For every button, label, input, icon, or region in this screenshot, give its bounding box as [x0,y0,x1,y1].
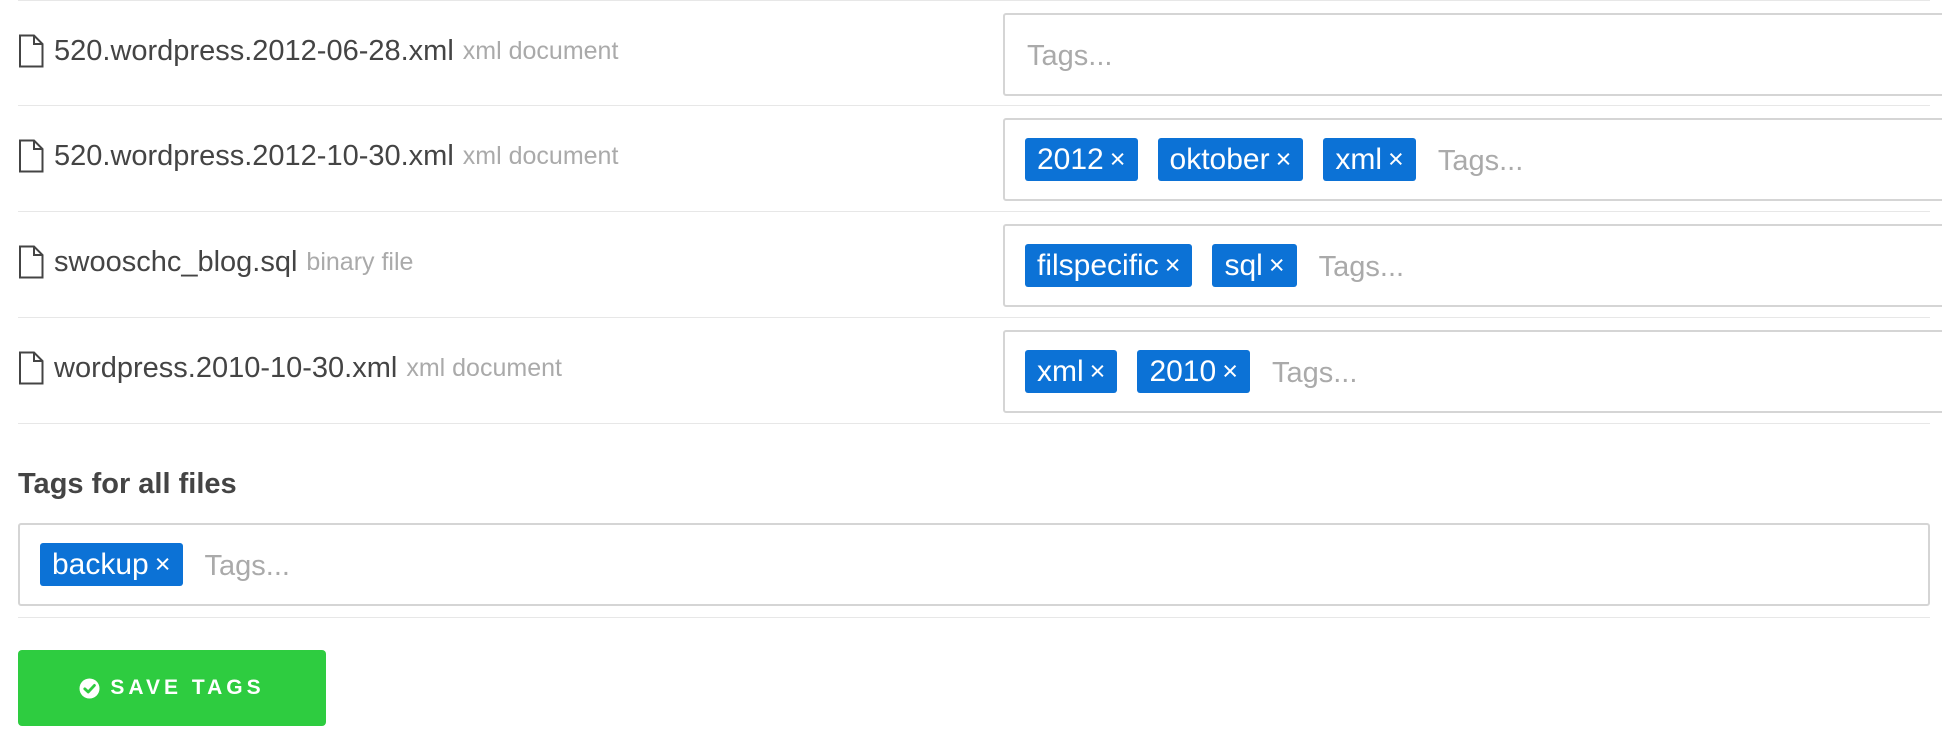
all-files-tag-field[interactable]: backup × [18,523,1930,606]
tag-label: 2010 [1149,354,1217,388]
tag-field[interactable] [1003,13,1942,96]
file-icon [18,34,44,68]
tag-remove-icon[interactable]: × [1222,356,1238,387]
file-type: xml document [462,141,619,170]
all-files-tags-label: Tags for all files [18,468,237,500]
file-type: binary file [306,247,414,276]
tag-chip: filspecific × [1025,244,1193,287]
file-icon [18,245,44,279]
tag-label: xml [1335,142,1383,176]
tag-input[interactable] [204,550,425,583]
file-name: wordpress.2010-10-30.xml [54,351,398,384]
file-info: wordpress.2010-10-30.xml xml document [18,348,562,388]
tag-label: oktober [1169,142,1270,176]
tag-field[interactable]: 2012 × oktober × xml × [1003,118,1942,201]
tag-input[interactable] [1271,357,1492,390]
tag-chip: xml × [1025,350,1118,393]
file-icon [18,139,44,173]
tag-remove-icon[interactable]: × [1110,144,1126,175]
tag-label: 2012 [1037,142,1104,176]
tag-chip: 2012 × [1025,138,1138,181]
tag-chip: 2010 × [1137,350,1250,393]
tag-chip: sql × [1212,244,1297,287]
save-tags-label: SAVE TAGS [110,676,265,699]
file-type: xml document [406,353,562,382]
tag-remove-icon[interactable]: × [1276,144,1292,175]
tag-chip: oktober × [1157,138,1304,181]
file-row: wordpress.2010-10-30.xml xml document xm… [18,318,1942,424]
file-row: swooschc_blog.sql binary file filspecifi… [18,212,1942,318]
tag-chip: backup × [40,543,183,586]
tag-remove-icon[interactable]: × [1269,250,1285,281]
tag-remove-icon[interactable]: × [1388,144,1404,175]
divider [18,617,1930,618]
tag-chip: xml × [1323,138,1416,181]
tag-field[interactable]: filspecific × sql × [1003,224,1942,307]
tag-label: xml [1037,354,1084,388]
tag-label: backup [52,547,149,581]
file-info: 520.wordpress.2012-06-28.xml xml documen… [18,31,618,71]
tag-label: filspecific [1037,248,1159,282]
file-icon [18,351,44,385]
file-row: 520.wordpress.2012-10-30.xml xml documen… [18,106,1942,212]
tag-field[interactable]: xml × 2010 × [1003,330,1942,413]
save-tags-button[interactable]: SAVE TAGS [18,650,326,726]
file-name: 520.wordpress.2012-06-28.xml [54,34,454,67]
file-row: 520.wordpress.2012-06-28.xml xml documen… [18,0,1942,106]
tag-input[interactable] [1437,145,1658,178]
file-info: swooschc_blog.sql binary file [18,242,413,282]
tag-label: sql [1224,248,1263,282]
check-circle-icon [79,678,100,699]
file-name: swooschc_blog.sql [54,245,298,278]
tag-remove-icon[interactable]: × [155,549,171,580]
tag-remove-icon[interactable]: × [1090,356,1106,387]
file-info: 520.wordpress.2012-10-30.xml xml documen… [18,136,618,176]
file-name: 520.wordpress.2012-10-30.xml [54,139,454,172]
tag-input[interactable] [1318,251,1539,284]
tag-remove-icon[interactable]: × [1165,250,1181,281]
tag-input[interactable] [1027,40,1247,73]
file-type: xml document [462,36,619,65]
